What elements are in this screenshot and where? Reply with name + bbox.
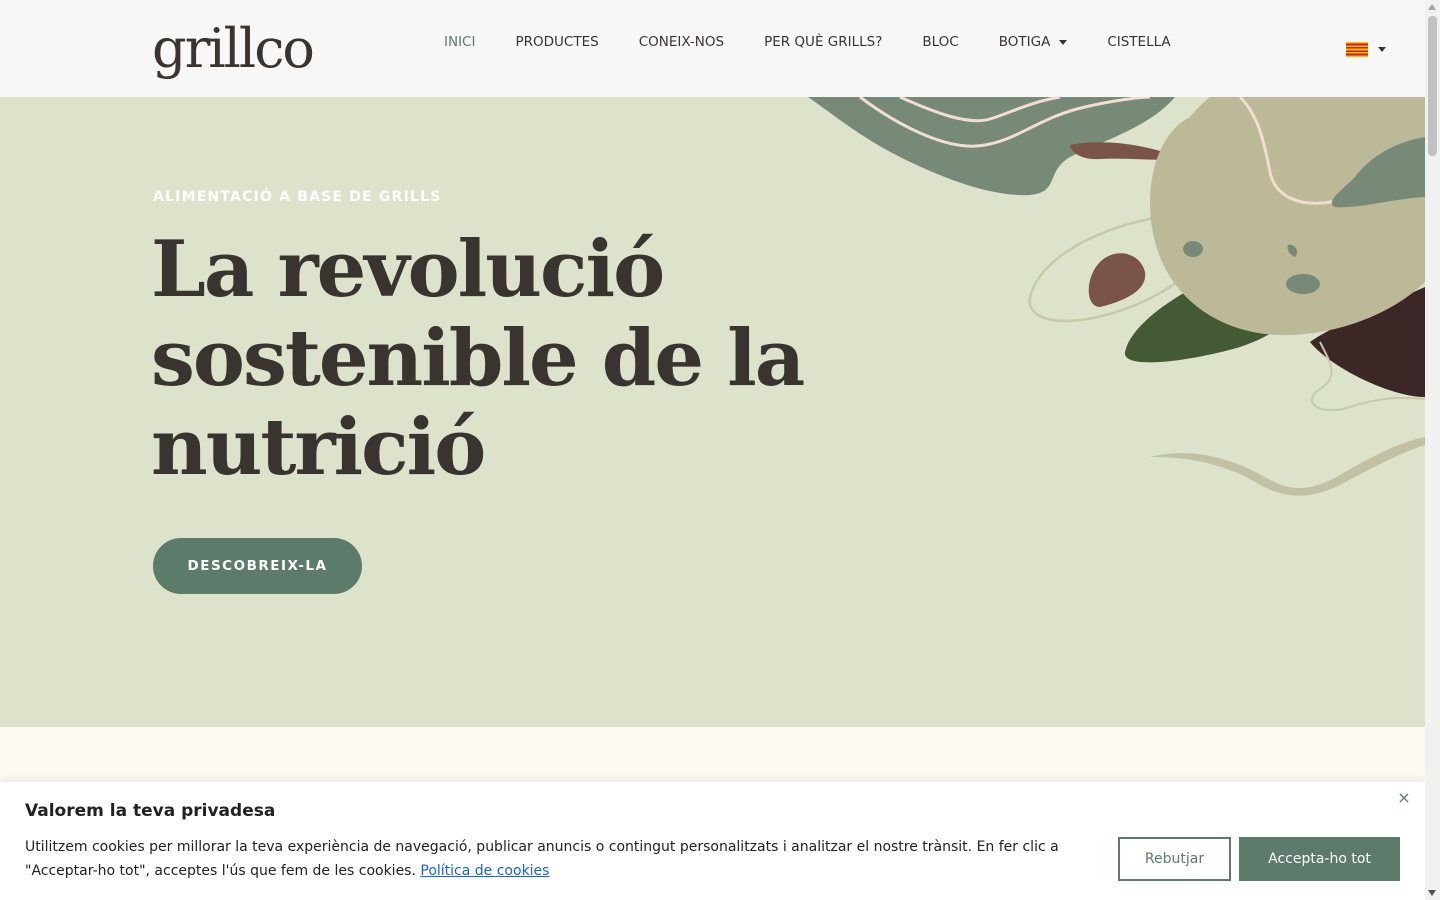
hero-section: ALIMENTACIÓ A BASE DE GRILLS La revoluci… xyxy=(0,97,1425,727)
scroll-thumb[interactable] xyxy=(1428,16,1437,156)
nav-label: INICI xyxy=(444,34,476,50)
cookie-banner: Valorem la teva privadesa × Utilitzem co… xyxy=(0,782,1425,900)
nav-item-productes[interactable]: PRODUCTES xyxy=(515,34,598,50)
discover-button[interactable]: DESCOBREIX-LA xyxy=(153,538,362,594)
nav-item-cistella[interactable]: CISTELLA xyxy=(1107,34,1170,50)
chevron-down-icon xyxy=(1378,47,1386,52)
cookie-description: Utilitzem cookies per millorar la teva e… xyxy=(25,835,1095,883)
headline-line: La revolució xyxy=(151,224,665,315)
accept-all-button[interactable]: Accepta-ho tot xyxy=(1239,837,1400,881)
nav-label: CONEIX-NOS xyxy=(638,34,725,50)
close-icon[interactable]: × xyxy=(1396,790,1412,806)
scroll-down-arrow-icon[interactable] xyxy=(1428,890,1436,896)
catalan-flag-icon xyxy=(1346,42,1368,57)
nav-item-botiga[interactable]: BOTIGA xyxy=(999,34,1068,50)
cookie-policy-link[interactable]: Política de cookies xyxy=(420,863,549,879)
nav-label: PER QUÈ GRILLS? xyxy=(764,34,883,50)
nav-label: PRODUCTES xyxy=(515,34,599,50)
reject-button[interactable]: Rebutjar xyxy=(1118,837,1231,881)
site-header: grillco INICI PRODUCTES CONEIX-NOS PER Q… xyxy=(0,0,1425,97)
language-switcher[interactable] xyxy=(1346,42,1386,57)
cookie-title: Valorem la teva privadesa xyxy=(25,801,276,821)
headline-line: sostenible de la xyxy=(151,313,805,404)
nav-item-bloc[interactable]: BLOC xyxy=(922,34,958,50)
hero-eyebrow: ALIMENTACIÓ A BASE DE GRILLS xyxy=(153,189,442,205)
page-scrollbar[interactable] xyxy=(1425,0,1440,900)
scroll-up-arrow-icon[interactable] xyxy=(1428,4,1436,10)
site-logo[interactable]: grillco xyxy=(152,18,315,80)
nav-item-inici[interactable]: INICI xyxy=(444,34,475,50)
nav-label: BOTIGA xyxy=(998,34,1051,50)
nav-label: CISTELLA xyxy=(1107,34,1171,50)
headline-line: nutrició xyxy=(151,402,486,493)
chevron-down-icon xyxy=(1059,39,1068,45)
hero-headline: La revolució sostenible de la nutrició xyxy=(151,225,851,492)
nav-item-per-que-grills[interactable]: PER QUÈ GRILLS? xyxy=(764,34,882,50)
main-nav: INICI PRODUCTES CONEIX-NOS PER QUÈ GRILL… xyxy=(444,34,1211,50)
nav-label: BLOC xyxy=(922,34,959,50)
nav-item-coneix-nos[interactable]: CONEIX-NOS xyxy=(639,34,724,50)
